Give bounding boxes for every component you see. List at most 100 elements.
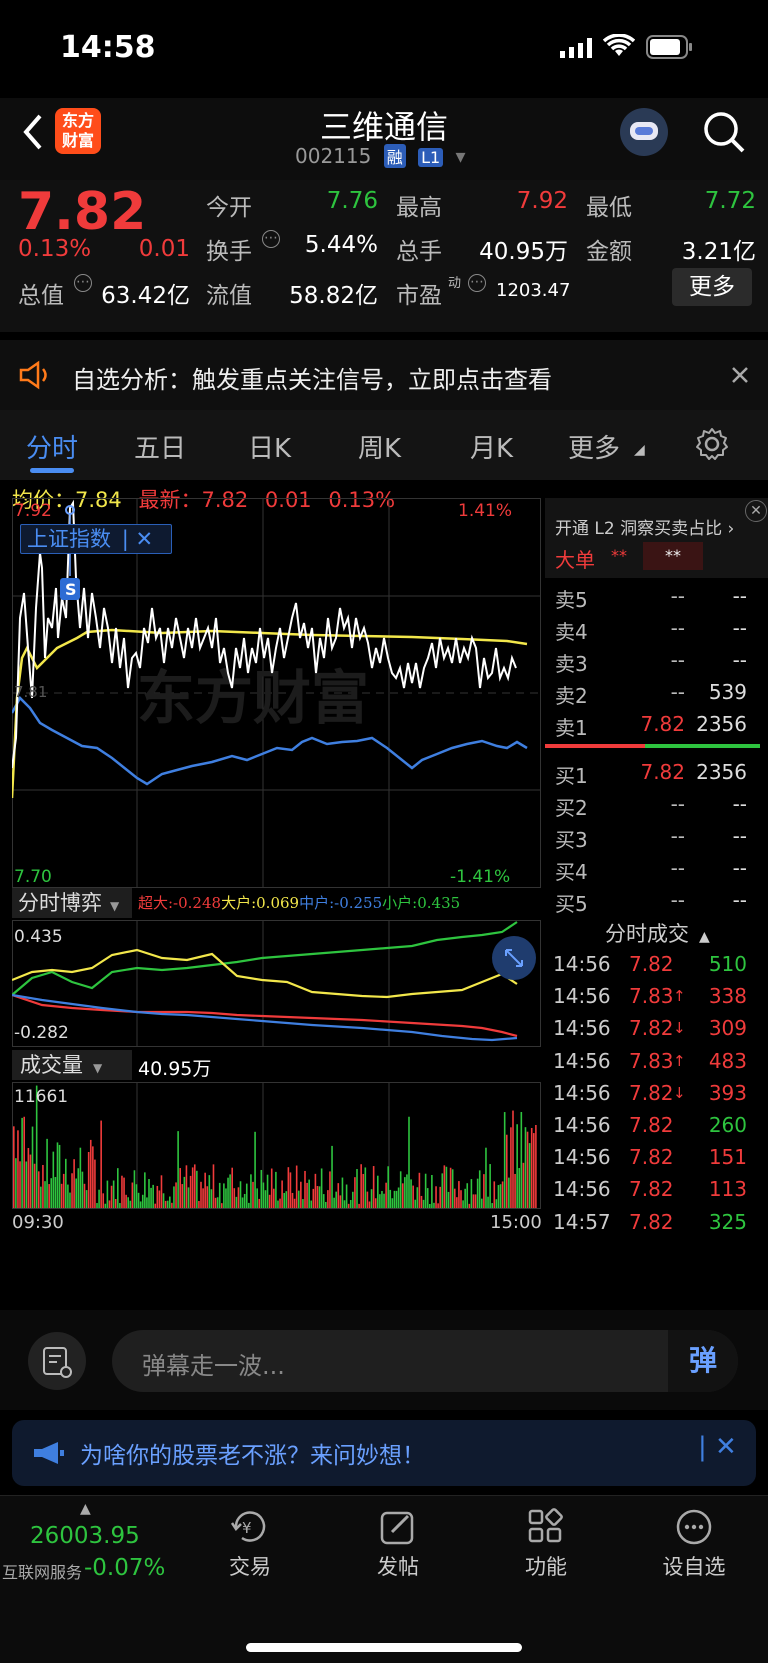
volume-bar [364, 1167, 367, 1208]
volume-bar [426, 1188, 429, 1208]
danmaku-input[interactable]: 弹幕走一波... 弹 [112, 1330, 738, 1392]
volume-bar [127, 1197, 129, 1208]
volume-bar [385, 1182, 387, 1208]
order-book: 开通 L2 洞察买卖占比 › 大单 ** ** ✕ 卖5 -- -- 卖4 -- -- 卖3… [545, 498, 768, 1288]
fund-flow-selector[interactable]: 分时博弈 ▼ [12, 888, 132, 918]
volume-selector[interactable]: 成交量 ▼ [12, 1050, 132, 1080]
tab-day-k[interactable]: 日K [248, 428, 291, 465]
buy-row: 买4 -- -- [545, 856, 760, 886]
trade-row: 14:56 7.82 ↓ 309 [545, 1016, 760, 1046]
volume-bar [114, 1198, 117, 1208]
gear-icon[interactable] [694, 426, 730, 462]
volume-bar [453, 1188, 456, 1208]
volume-bar [343, 1200, 346, 1208]
index-pct[interactable]: -0.07% [84, 1555, 165, 1581]
tab-five-day[interactable]: 五日 [134, 428, 186, 465]
close-icon[interactable]: | ✕ [698, 1432, 737, 1462]
fund-flow-max: 0.435 [14, 927, 63, 947]
volume-bar [258, 1198, 261, 1208]
tab-month-k[interactable]: 月K [470, 428, 513, 465]
index-name[interactable]: 互联网服务 [2, 1559, 82, 1583]
volume-bar [406, 1174, 408, 1208]
sell-volume: -- [732, 648, 747, 672]
info-icon[interactable]: ⋯ [74, 274, 92, 292]
buy-volume: 2356 [696, 760, 747, 784]
volume-bar [31, 1126, 34, 1208]
nav-add-watchlist[interactable]: 设自选 [634, 1507, 754, 1581]
index-value[interactable]: 26003.95 [30, 1523, 140, 1549]
ad-banner[interactable]: 为啥你的股票老不涨？来问妙想！ | ✕ [12, 1420, 756, 1486]
trade-volume: 113 [708, 1177, 747, 1202]
megaphone-icon [34, 1442, 64, 1464]
info-icon[interactable]: ⋯ [262, 230, 280, 248]
tab-intraday[interactable]: 分时 [26, 428, 78, 465]
volume-bar [110, 1185, 113, 1208]
volume-bar [341, 1177, 344, 1208]
info-icon[interactable]: ⋯ [468, 274, 486, 292]
volume-bar [148, 1179, 150, 1208]
chart-area: 均价：7.84 最新：7.82 0.01 0.13% 东方财富 S 7.92 7… [0, 480, 768, 1310]
volume-bar [277, 1200, 279, 1208]
notice-bar[interactable]: 自选分析：触发重点关注信号，立即点击查看 [0, 340, 768, 410]
volume-bar [389, 1189, 392, 1208]
volume-bar [474, 1194, 477, 1208]
danmaku-toggle-button[interactable]: 弹 [668, 1330, 738, 1392]
volume-bar [483, 1174, 485, 1208]
volume-bar [94, 1159, 96, 1208]
volume-chart[interactable]: 11661 [12, 1082, 542, 1212]
volume-bar [23, 1116, 25, 1208]
nav-trade[interactable]: ¥ 交易 [190, 1507, 310, 1581]
volume-bar [358, 1203, 360, 1208]
pe-dynamic-tag: 动 [448, 276, 462, 291]
legend-big: 大户:0.069 [221, 894, 300, 912]
nav-post-label: 发帖 [377, 1555, 419, 1579]
intraday-chart[interactable]: 东方财富 S 7.92 7.70 1.41% -1.41% 7.81 [12, 498, 542, 908]
low-label: 最低 [586, 195, 632, 221]
robot-assistant-icon[interactable] [620, 108, 668, 156]
volume-bar [231, 1167, 233, 1208]
volume-bar [268, 1194, 271, 1208]
y-high-label: 7.92 [14, 501, 52, 521]
trade-volume: 393 [708, 1080, 747, 1105]
sell-volume: 539 [708, 680, 747, 704]
ad-text: 为啥你的股票老不涨？来问妙想！ [80, 1443, 425, 1469]
big-order-label: 大单 [555, 548, 595, 572]
trades-title[interactable]: 分时成交 ▲ [605, 918, 710, 948]
trade-row: 14:57 7.82 325 [545, 1210, 760, 1240]
stock-code-row[interactable]: 002115 融 L1 ▾ [295, 144, 466, 168]
tab-more[interactable]: 更多 [568, 428, 620, 465]
tab-week-k[interactable]: 周K [358, 428, 401, 465]
volume-bar [354, 1177, 356, 1208]
volume-bar [141, 1194, 144, 1208]
fund-flow-chart[interactable]: 0.435 -0.282 [12, 920, 542, 1050]
buy-row: 买2 -- -- [545, 792, 760, 822]
volume-bar [260, 1169, 263, 1208]
search-icon[interactable] [702, 110, 746, 154]
volume-bar [366, 1191, 369, 1208]
volume-bar [372, 1166, 375, 1208]
volume-bar [416, 1187, 419, 1208]
index-overlay-tag[interactable]: 上证指数 | ✕ [20, 524, 172, 554]
close-icon[interactable]: ✕ [745, 500, 767, 522]
close-icon[interactable]: | ✕ [122, 527, 153, 551]
l2-promo[interactable]: 开通 L2 洞察买卖占比 › 大单 ** ** ✕ [545, 498, 768, 578]
volume-bar [133, 1170, 136, 1208]
trade-volume: 309 [708, 1016, 747, 1041]
nav-function[interactable]: 功能 [486, 1507, 606, 1581]
volume-bar [352, 1191, 354, 1208]
nav-post[interactable]: 发帖 [338, 1507, 458, 1581]
volume-bar [196, 1170, 198, 1208]
volume-bar [435, 1186, 437, 1208]
volume-bar [497, 1185, 500, 1208]
amount-label: 金额 [586, 239, 632, 265]
more-button[interactable]: 更多 [672, 268, 752, 306]
buy-price: -- [670, 824, 685, 848]
note-icon[interactable] [28, 1332, 86, 1390]
volume-bar [345, 1184, 348, 1208]
close-icon[interactable] [730, 365, 750, 385]
buy-row: 买5 -- -- [545, 888, 760, 918]
turnover-value: 5.44% [304, 232, 378, 258]
volume-bar [13, 1126, 15, 1208]
volume-bar [408, 1116, 410, 1208]
volume-bar [92, 1146, 94, 1208]
